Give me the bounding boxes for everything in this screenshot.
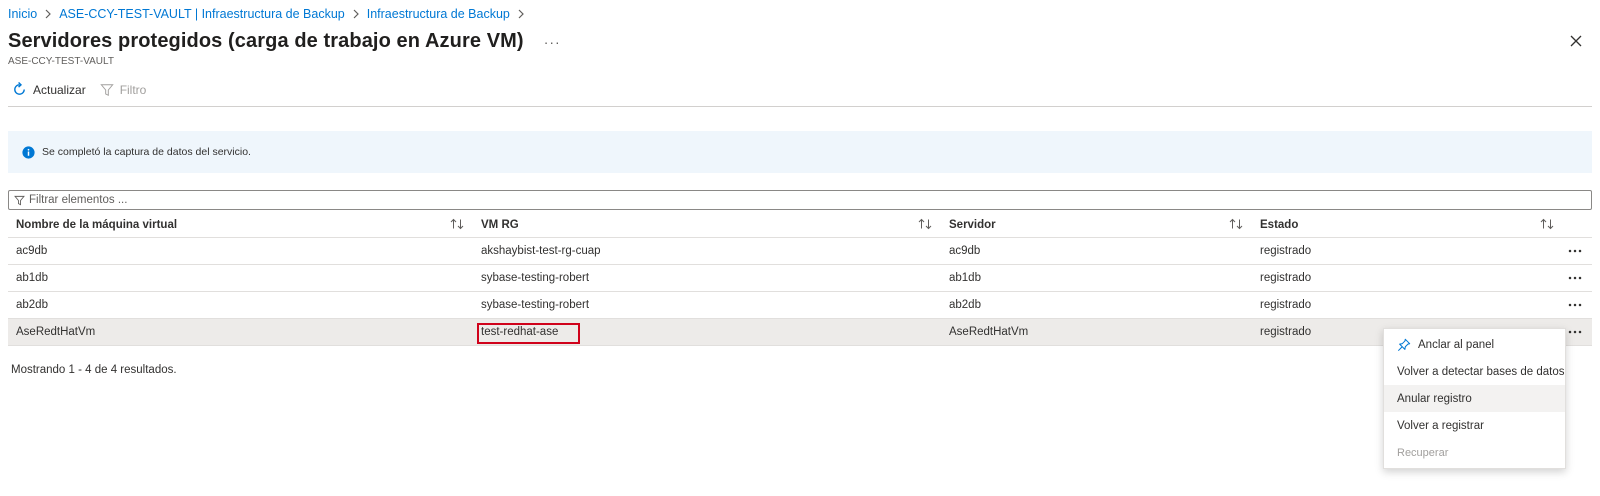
menu-item-unregister[interactable]: Anular registro bbox=[1384, 385, 1565, 412]
menu-item-pin-to-dashboard[interactable]: Anclar al panel bbox=[1384, 331, 1565, 358]
column-header-state[interactable]: Estado bbox=[1260, 212, 1298, 237]
menu-item-label: Anular registro bbox=[1397, 392, 1472, 405]
server-cell: ac9db bbox=[949, 245, 981, 257]
server-cell: AseRedtHatVm bbox=[949, 326, 1029, 338]
results-summary: Mostrando 1 - 4 de 4 resultados. bbox=[11, 364, 177, 376]
server-cell: ab1db bbox=[949, 272, 981, 284]
refresh-label: Actualizar bbox=[33, 82, 86, 97]
sort-icon[interactable] bbox=[1540, 218, 1554, 233]
page-title: Servidores protegidos (carga de trabajo … bbox=[8, 30, 524, 52]
chevron-right-icon bbox=[517, 9, 525, 19]
vm-name-cell: ab2db bbox=[16, 299, 48, 311]
filter-icon bbox=[14, 195, 25, 205]
state-cell: registrado bbox=[1260, 299, 1312, 311]
breadcrumb: Inicio ASE-CCY-TEST-VAULT | Infraestruct… bbox=[8, 7, 532, 21]
grid-header: Nombre de la máquina virtual VM RG Servi… bbox=[8, 212, 1592, 238]
close-icon[interactable] bbox=[1568, 33, 1584, 49]
servers-grid: Nombre de la máquina virtual VM RG Servi… bbox=[8, 212, 1592, 346]
refresh-button[interactable]: Actualizar bbox=[12, 82, 86, 97]
vm-name-cell: AseRedtHatVm bbox=[16, 326, 96, 338]
sort-icon[interactable] bbox=[918, 218, 932, 233]
info-banner: Se completó la captura de datos del serv… bbox=[8, 131, 1592, 173]
menu-item-rediscover-dbs[interactable]: Volver a detectar bases de datos bbox=[1384, 358, 1565, 385]
info-icon bbox=[22, 145, 35, 159]
title-row: Servidores protegidos (carga de trabajo … bbox=[8, 30, 561, 53]
menu-item-label: Volver a registrar bbox=[1397, 419, 1484, 432]
page-subtitle: ASE-CCY-TEST-VAULT bbox=[8, 56, 114, 67]
row-more-icon[interactable] bbox=[1564, 238, 1586, 264]
sort-icon[interactable] bbox=[450, 218, 464, 233]
server-cell: ab2db bbox=[949, 299, 981, 311]
table-row[interactable]: AseRedtHatVm test-redhat-ase AseRedtHatV… bbox=[8, 319, 1592, 346]
filter-button[interactable]: Filtro bbox=[99, 82, 147, 97]
vm-rg-cell: sybase-testing-robert bbox=[481, 272, 590, 284]
breadcrumb-backup-infra[interactable]: Infraestructura de Backup bbox=[367, 7, 510, 21]
breadcrumb-vault[interactable]: ASE-CCY-TEST-VAULT | Infraestructura de … bbox=[59, 7, 345, 21]
breadcrumb-home[interactable]: Inicio bbox=[8, 7, 37, 21]
filter-input[interactable] bbox=[29, 194, 1569, 206]
vm-name-cell: ab1db bbox=[16, 272, 48, 284]
row-more-icon[interactable] bbox=[1564, 292, 1586, 318]
vm-rg-cell: sybase-testing-robert bbox=[481, 299, 590, 311]
sort-icon[interactable] bbox=[1229, 218, 1243, 233]
vm-rg-cell: akshaybist-test-rg-cuap bbox=[481, 245, 601, 257]
state-cell: registrado bbox=[1260, 245, 1312, 257]
column-header-server[interactable]: Servidor bbox=[949, 212, 996, 237]
filter-label: Filtro bbox=[119, 82, 147, 97]
vm-rg-cell: test-redhat-ase bbox=[481, 326, 559, 338]
table-row[interactable]: ab1db sybase-testing-robert ab1db regist… bbox=[8, 265, 1592, 292]
filter-box[interactable] bbox=[8, 190, 1592, 210]
context-menu: Anclar al panel Volver a detectar bases … bbox=[1383, 328, 1566, 469]
table-row[interactable]: ab2db sybase-testing-robert ab2db regist… bbox=[8, 292, 1592, 319]
state-cell: registrado bbox=[1260, 326, 1312, 338]
vm-name-cell: ac9db bbox=[16, 245, 48, 257]
menu-item-recover: Recuperar bbox=[1384, 439, 1565, 466]
divider bbox=[8, 106, 1592, 107]
refresh-icon bbox=[14, 82, 25, 95]
pin-icon bbox=[1397, 338, 1411, 351]
menu-item-label: Recuperar bbox=[1397, 446, 1449, 459]
chevron-right-icon bbox=[352, 9, 360, 19]
info-message: Se completó la captura de datos del serv… bbox=[42, 146, 251, 158]
row-more-icon[interactable] bbox=[1564, 319, 1586, 345]
column-header-vm-name[interactable]: Nombre de la máquina virtual bbox=[16, 212, 177, 237]
toolbar: Actualizar Filtro bbox=[12, 82, 160, 97]
column-header-vm-rg[interactable]: VM RG bbox=[481, 212, 519, 237]
table-row[interactable]: ac9db akshaybist-test-rg-cuap ac9db regi… bbox=[8, 238, 1592, 265]
row-more-icon[interactable] bbox=[1564, 265, 1586, 291]
menu-item-label: Volver a detectar bases de datos bbox=[1397, 365, 1565, 378]
filter-icon bbox=[99, 83, 114, 96]
menu-item-label: Anclar al panel bbox=[1418, 338, 1495, 351]
menu-item-reregister[interactable]: Volver a registrar bbox=[1384, 412, 1565, 439]
state-cell: registrado bbox=[1260, 272, 1312, 284]
more-options-button[interactable]: ··· bbox=[544, 35, 561, 49]
chevron-right-icon bbox=[44, 9, 52, 19]
